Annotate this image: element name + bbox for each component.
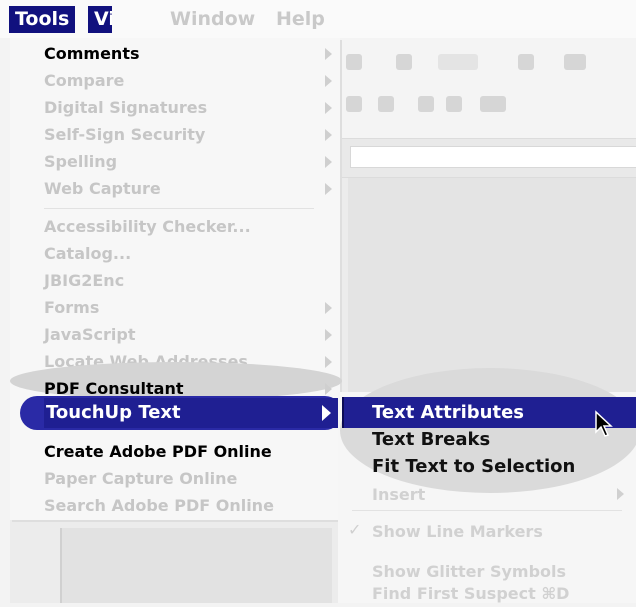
menu-item-spelling[interactable]: Spelling (10, 148, 340, 175)
app-field[interactable] (350, 146, 636, 168)
submenu-arrow-icon (325, 75, 332, 87)
submenu-arrow-icon (325, 48, 332, 60)
menu-view[interactable]: View (88, 6, 112, 33)
toolbar-icon[interactable] (564, 54, 586, 70)
toolbar-icon[interactable] (446, 96, 462, 112)
mouse-pointer-icon (595, 410, 613, 437)
submenu-item-fit-text-to-selection[interactable]: Fit Text to Selection (372, 453, 575, 480)
menu-item-label: Self-Sign Security (44, 125, 206, 144)
toolbar-icon[interactable] (346, 54, 362, 70)
checkmark-icon: ✓ (348, 520, 362, 539)
submenu-arrow-icon (325, 183, 332, 195)
submenu-arrow-icon (325, 329, 332, 341)
menu-item-touchup-text-label: TouchUp Text (46, 402, 181, 423)
menu-item-catalog[interactable]: Catalog... (10, 240, 340, 267)
menu-item-label: Spelling (44, 152, 118, 171)
submenu-item-show-line-markers[interactable]: Show Line Markers (372, 518, 543, 545)
submenu-arrow-icon (325, 156, 332, 168)
toolbar-icon[interactable] (378, 96, 394, 112)
menu-item-label: Forms (44, 298, 100, 317)
submenu-arrow-icon (325, 302, 332, 314)
menu-item-label: Comments (44, 44, 140, 63)
submenu-item-text-breaks[interactable]: Text Breaks (372, 426, 490, 453)
menu-item-search-adobe-pdf-online[interactable]: Search Adobe PDF Online (10, 492, 340, 519)
menu-separator (44, 208, 314, 209)
toolbar-icon[interactable] (396, 54, 412, 70)
menu-item-jbig2enc[interactable]: JBIG2Enc (10, 267, 340, 294)
menu-item-create-adobe-pdf-online[interactable]: Create Adobe PDF Online (10, 438, 340, 465)
submenu-separator (352, 510, 622, 511)
submenu-arrow-icon (325, 383, 332, 395)
toolbar-icon[interactable] (418, 96, 434, 112)
left-pane-inner (60, 528, 332, 603)
menu-item-label: Paper Capture Online (44, 469, 238, 488)
menu-bar: Tools View Window Help (0, 0, 636, 38)
menu-item-label: JavaScript (44, 325, 136, 344)
left-pane (10, 520, 340, 603)
menu-item-web-capture[interactable]: Web Capture (10, 175, 340, 202)
submenu-item-insert[interactable]: Insert (372, 481, 425, 508)
menu-view-label: View (94, 8, 112, 30)
toolbar-icon[interactable] (346, 96, 362, 112)
menu-item-label: Create Adobe PDF Online (44, 442, 272, 461)
menu-item-paper-capture-online[interactable]: Paper Capture Online (10, 465, 340, 492)
toolbar-icon[interactable] (438, 54, 478, 70)
menu-item-label: JBIG2Enc (44, 271, 125, 290)
submenu-arrow-icon (322, 405, 331, 421)
menu-item-forms[interactable]: Forms (10, 294, 340, 321)
toolbar-icon[interactable] (480, 96, 506, 112)
menu-item-javascript[interactable]: JavaScript (10, 321, 340, 348)
menu-item-label: Catalog... (44, 244, 132, 263)
menu-item-self-sign-security[interactable]: Self-Sign Security (10, 121, 340, 148)
menu-window[interactable]: Window (170, 6, 255, 33)
shortcut-label: ⌘D (541, 584, 570, 603)
submenu-arrow-icon (325, 129, 332, 141)
submenu-item-label: Text Attributes (372, 402, 524, 423)
submenu-arrow-icon (617, 488, 624, 500)
toolbar-icon[interactable] (518, 54, 534, 70)
submenu-arrow-icon (325, 102, 332, 114)
menu-item-accessibility-checker[interactable]: Accessibility Checker... (10, 213, 340, 240)
menu-item-label: Web Capture (44, 179, 161, 198)
submenu-arrow-icon (325, 356, 332, 368)
menu-item-label: Search Adobe PDF Online (44, 496, 274, 515)
menu-item-label: Compare (44, 71, 125, 90)
menu-item-label: Accessibility Checker... (44, 217, 251, 236)
app-toolbar (338, 38, 636, 138)
menu-help[interactable]: Help (276, 6, 325, 33)
menu-item-digital-signatures[interactable]: Digital Signatures (10, 94, 340, 121)
menu-tools[interactable]: Tools (9, 6, 76, 33)
submenu-item-label: Find First Suspect (372, 584, 536, 603)
menu-item-compare[interactable]: Compare (10, 67, 340, 94)
menu-item-comments[interactable]: Comments (10, 40, 340, 67)
menu-item-label: Digital Signatures (44, 98, 208, 117)
